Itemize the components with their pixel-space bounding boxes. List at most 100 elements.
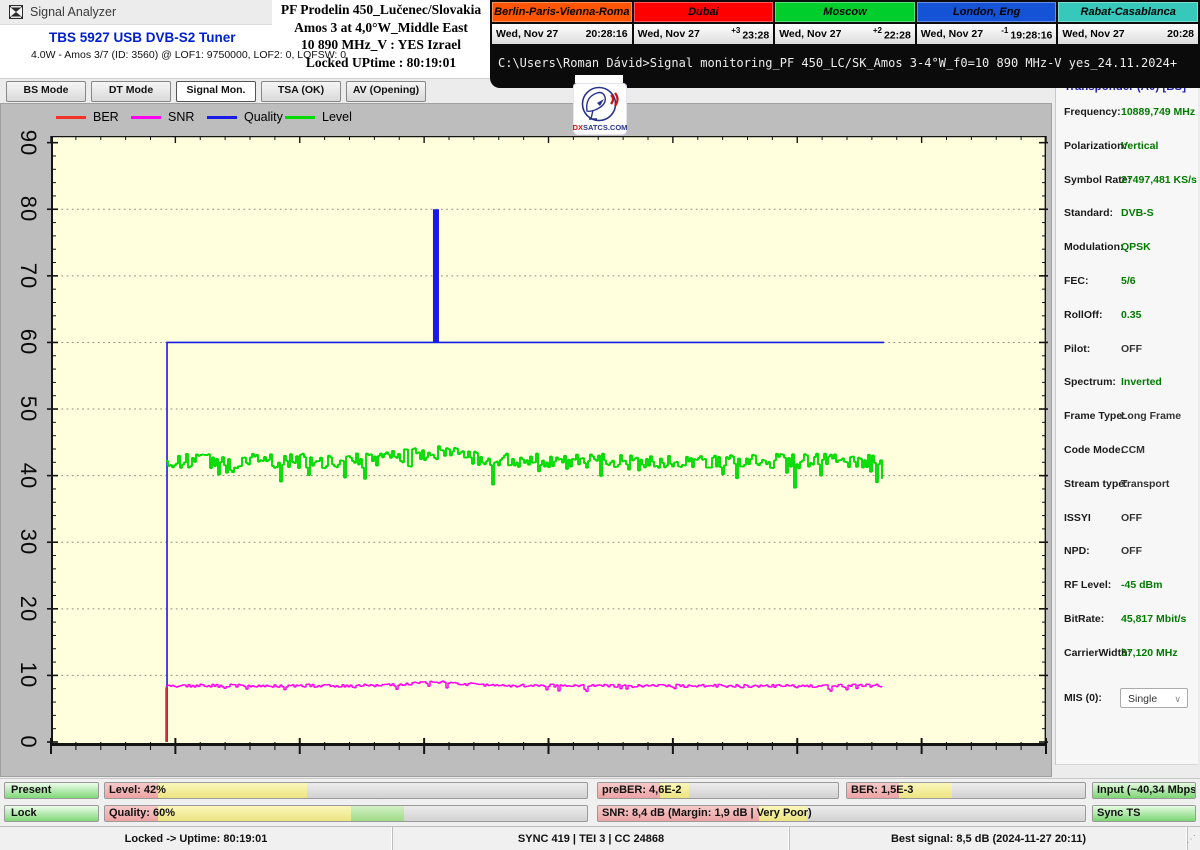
logo-text-blue: SATCS.COM: [583, 123, 627, 132]
clock-hms: 20:28:16: [586, 28, 628, 40]
param-value: 45,817 Mbit/s: [1121, 613, 1186, 625]
param-label: BitRate:: [1064, 613, 1104, 625]
tab-signal-mon[interactable]: Signal Mon.: [176, 81, 256, 102]
param-label: Polarization:: [1064, 140, 1127, 152]
param-label: Standard:: [1064, 207, 1113, 219]
transponder-row: ISSYIOFF: [1056, 512, 1198, 528]
clock-utc-offset: -1: [1001, 26, 1008, 35]
legend-label: Level: [322, 110, 352, 124]
param-value: Transport: [1121, 478, 1169, 490]
param-label: NPD:: [1064, 545, 1090, 557]
status-line: Locked -> Uptime: 80:19:01 SYNC 419 | TE…: [0, 826, 1200, 850]
clock-city-2: Dubai: [634, 2, 774, 22]
y-tick-label-0: 0: [5, 728, 51, 756]
transponder-row: RollOff: 0.35: [1056, 309, 1198, 325]
quality-bar: Quality: 60%: [104, 805, 588, 822]
bar-label: Input (~40,34 Mbps): [1097, 783, 1196, 798]
tab-tsa-ok[interactable]: TSA (OK): [261, 81, 341, 102]
clock-city-5: Rabat-Casablanca: [1058, 2, 1198, 22]
transponder-sidebar: Transponder (A0) [BS] Frequency:10889,74…: [1055, 88, 1198, 765]
y-tick-label-60: 60: [5, 328, 51, 356]
param-value: QPSK: [1121, 241, 1151, 253]
transponder-row: FEC: 5/6: [1056, 275, 1198, 291]
header-panel: Signal Analyzer TBS 5927 USB DVB-S2 Tune…: [0, 0, 490, 79]
bar-label: Quality: 60%: [109, 806, 175, 821]
tab-bs-mode[interactable]: BS Mode: [6, 81, 86, 102]
mode-tabs: BS ModeDT ModeSignal Mon.TSA (OK)AV (Ope…: [6, 81, 426, 102]
lock-indicator: Lock: [4, 805, 99, 822]
transponder-header: Transponder (A0) [BS]: [1064, 88, 1186, 93]
mis-dropdown[interactable]: Single∨: [1120, 688, 1188, 708]
bar-segment-green: [351, 806, 404, 821]
site-line-2: Amos 3 at 4,0°W_Middle East: [274, 19, 488, 37]
legend-item-quality: Quality: [207, 110, 283, 124]
bar-label: Level: 42%: [109, 783, 166, 798]
param-label: Frame Type:: [1064, 410, 1126, 422]
bar-label: BER: 1,5E-3: [851, 783, 913, 798]
clock-date: Wed, Nov 27: [1062, 28, 1124, 40]
bar-label: SNR: 8,4 dB (Margin: 1,9 dB | Very Poor): [602, 806, 812, 821]
y-tick-label-70: 70: [5, 262, 51, 290]
console-prompt[interactable]: C:\Users\Roman Dávid>Signal monitoring_P…: [498, 56, 1177, 70]
clock-hms: -119:28:16: [1001, 27, 1052, 42]
app-icon: [8, 4, 24, 20]
param-label: FEC:: [1064, 275, 1089, 287]
param-value: CCM: [1121, 444, 1145, 456]
clock-date: Wed, Nov 27: [638, 28, 700, 40]
signal-analyzer-window: Signal Analyzer TBS 5927 USB DVB-S2 Tune…: [0, 0, 1200, 850]
transponder-row: BitRate: 45,817 Mbit/s: [1056, 613, 1198, 629]
param-value: 5/6: [1121, 275, 1136, 287]
legend-label: SNR: [168, 110, 194, 124]
chevron-down-icon: ∨: [1174, 689, 1181, 709]
bar-label: preBER: 4,6E-2: [602, 783, 681, 798]
param-label: RF Level:: [1064, 579, 1111, 591]
legend-swatch-snr: [131, 116, 161, 119]
param-value: 37,120 MHz: [1121, 647, 1178, 659]
transponder-row: Code Mode:CCM: [1056, 444, 1198, 460]
dxsatcs-logo: DXSATCS.COM: [573, 83, 627, 135]
param-value: Vertical: [1121, 140, 1158, 152]
console-cursor: [575, 75, 623, 83]
clock-city-1: Berlin-Paris-Vienna-Roma: [492, 2, 632, 22]
param-value: 0.35: [1121, 309, 1141, 321]
site-line-4: Locked UPtime : 80:19:01: [274, 54, 488, 72]
y-tick-label-50: 50: [5, 395, 51, 423]
signal-trend-chart[interactable]: [51, 136, 1046, 746]
param-value: 27497,481 KS/s: [1121, 174, 1197, 186]
status-sync-counters: SYNC 419 | TEI 3 | CC 24868: [393, 827, 790, 850]
legend-swatch-quality: [207, 116, 237, 119]
legend-item-ber: BER: [56, 110, 119, 124]
bar-segment-yellow: [158, 783, 307, 798]
snr-bar: SNR: 8,4 dB (Margin: 1,9 dB | Very Poor): [597, 805, 1086, 822]
y-tick-label-40: 40: [5, 462, 51, 490]
transponder-row: NPD:OFF: [1056, 545, 1198, 561]
transponder-row: Pilot:OFF: [1056, 343, 1198, 359]
legend-label: BER: [93, 110, 119, 124]
clock-hms: +222:28: [873, 27, 911, 42]
clock-utc-offset: +3: [731, 26, 740, 35]
y-tick-label-20: 20: [5, 595, 51, 623]
tab-dt-mode[interactable]: DT Mode: [91, 81, 171, 102]
y-tick-label-30: 30: [5, 528, 51, 556]
transponder-row: Spectrum:Inverted: [1056, 376, 1198, 392]
window-title: Signal Analyzer: [30, 0, 116, 24]
present-indicator: Present: [4, 782, 99, 799]
transponder-row: Modulation:QPSK: [1056, 241, 1198, 257]
y-tick-label-80: 80: [5, 195, 51, 223]
legend-swatch-ber: [56, 116, 86, 119]
param-label: RollOff:: [1064, 309, 1103, 321]
resize-grip[interactable]: ⋰: [1186, 837, 1198, 849]
tab-av-opening[interactable]: AV (Opening): [346, 81, 426, 102]
param-value: Inverted: [1121, 376, 1162, 388]
site-header: PF Prodelin 450_Lučenec/Slovakia Amos 3 …: [274, 1, 488, 71]
param-label: Frequency:: [1064, 106, 1121, 118]
site-line-1: PF Prodelin 450_Lučenec/Slovakia: [274, 1, 488, 19]
clock-time-1: Wed, Nov 27 20:28:16: [492, 24, 632, 44]
param-label: Pilot:: [1064, 343, 1090, 355]
ber-bar: BER: 1,5E-3: [846, 782, 1086, 799]
clock-date: Wed, Nov 27: [496, 28, 558, 40]
transponder-row: Polarization:Vertical: [1056, 140, 1198, 156]
param-label: Code Mode:: [1064, 444, 1124, 456]
param-label: ISSYI: [1064, 512, 1091, 524]
transponder-row: Frame Type:Long Frame: [1056, 410, 1198, 426]
